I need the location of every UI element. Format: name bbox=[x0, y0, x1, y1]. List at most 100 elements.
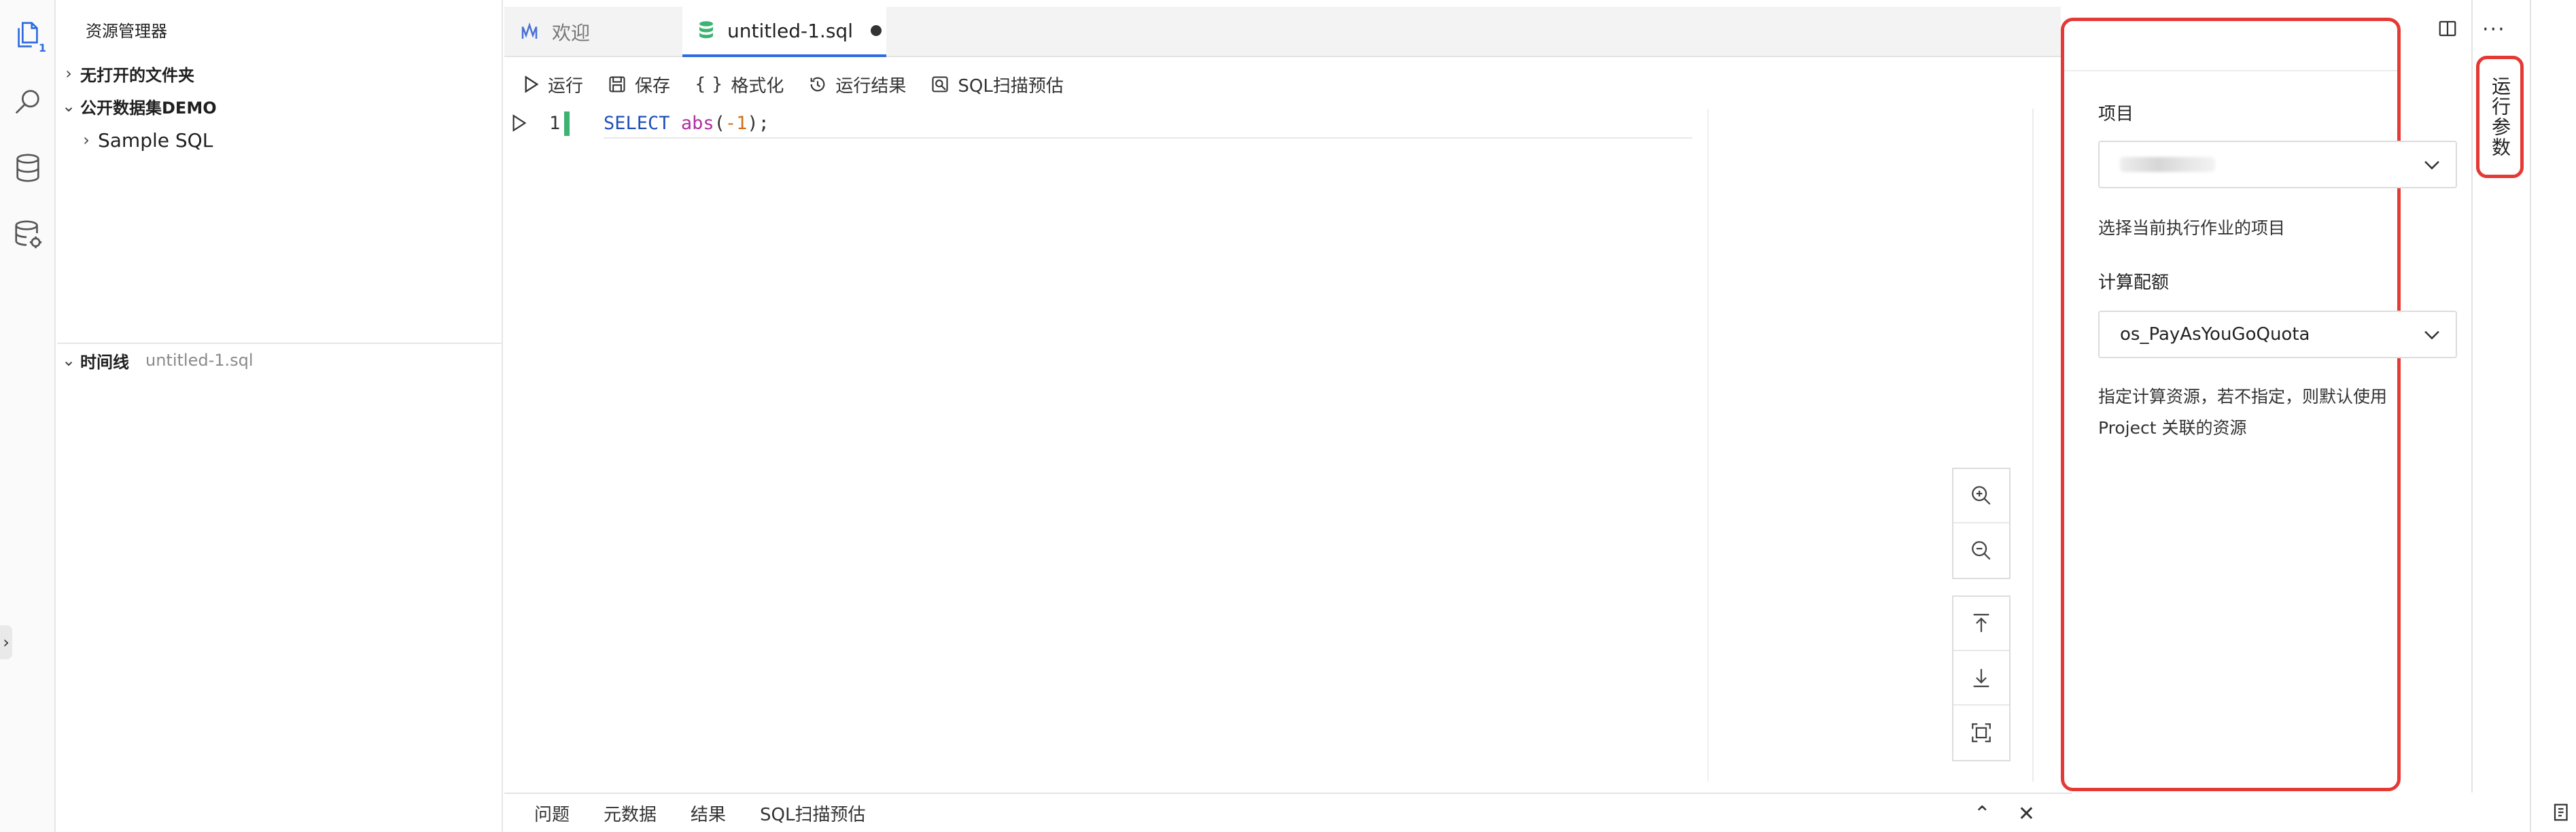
run-line-icon[interactable] bbox=[511, 113, 527, 136]
play-icon bbox=[523, 75, 540, 93]
editor-toolbar: 运行 保存 { } 格式化 运行结果 SQL扫描预估 bbox=[504, 64, 2061, 105]
scroll-top-button[interactable] bbox=[1953, 597, 2009, 651]
save-button[interactable]: 保存 bbox=[608, 72, 670, 97]
explorer-button[interactable]: 1 bbox=[5, 12, 50, 57]
split-view-icon[interactable] bbox=[2437, 18, 2458, 41]
tab-results[interactable]: 结果 bbox=[691, 801, 726, 826]
more-actions-icon[interactable]: ··· bbox=[2482, 18, 2506, 41]
line-number: 1 bbox=[549, 113, 561, 134]
code-open-paren: ( bbox=[714, 113, 725, 134]
chevron-down-icon: ⌄ bbox=[61, 97, 76, 116]
tree-item-sample-sql[interactable]: › Sample SQL bbox=[75, 125, 213, 155]
format-button[interactable]: { } 格式化 bbox=[695, 72, 784, 97]
fit-view-button[interactable] bbox=[1953, 706, 2009, 760]
tab-sql-scan[interactable]: SQL扫描预估 bbox=[760, 801, 865, 826]
far-right-divider bbox=[2530, 0, 2531, 832]
arrow-down-to-line-icon bbox=[1973, 669, 1989, 687]
database-button[interactable] bbox=[5, 145, 50, 190]
tab-untitled-sql[interactable]: untitled-1.sql bbox=[682, 7, 886, 57]
no-folder-section[interactable]: › 无打开的文件夹 bbox=[57, 58, 194, 88]
chevron-down-icon: ⌄ bbox=[61, 351, 76, 370]
timeline-section[interactable]: ⌄ 时间线 untitled-1.sql bbox=[57, 345, 254, 375]
zoom-out-button[interactable] bbox=[1953, 523, 2009, 578]
tab-bar: 欢迎 untitled-1.sql bbox=[504, 7, 2061, 57]
quota-help: 指定计算资源，若不指定，则默认使用 Project 关联的资源 bbox=[2098, 381, 2387, 444]
database-settings-icon bbox=[15, 220, 42, 249]
chevron-down-icon bbox=[2420, 323, 2443, 351]
scan-icon bbox=[930, 75, 950, 94]
vertical-tab-label: 运行参数 bbox=[2489, 76, 2511, 158]
quota-value: os_PayAsYouGoQuota bbox=[2120, 324, 2310, 345]
code-text[interactable]: SELECT abs(-1); bbox=[604, 113, 769, 134]
run-label: 运行 bbox=[548, 75, 584, 97]
chevron-down-icon bbox=[2420, 153, 2443, 181]
vertical-tab-run-params[interactable]: 运行参数 bbox=[2476, 56, 2524, 178]
activity-bar: 1 › bbox=[0, 0, 56, 832]
no-folder-label: 无打开的文件夹 bbox=[80, 65, 194, 85]
panel-actions: ⌃ ✕ bbox=[1974, 802, 2035, 826]
panel-side-divider bbox=[2471, 0, 2473, 793]
search-icon bbox=[15, 90, 39, 114]
run-button[interactable]: 运行 bbox=[523, 72, 583, 97]
tab-problems[interactable]: 问题 bbox=[534, 801, 570, 826]
quota-help-line1: 指定计算资源，若不指定，则默认使用 bbox=[2098, 387, 2388, 406]
zoom-in-icon bbox=[1972, 486, 1991, 505]
editor-area: 欢迎 untitled-1.sql 运行 保存 { } 格式化 运行结果 SQL… bbox=[504, 0, 2061, 832]
project-label: 项目 bbox=[2098, 104, 2134, 124]
close-icon[interactable]: ✕ bbox=[2018, 802, 2035, 826]
database-icon bbox=[16, 154, 39, 182]
scrollbar-track[interactable] bbox=[2032, 109, 2034, 782]
sidebar-title: 资源管理器 bbox=[86, 22, 167, 41]
timeline-file: untitled-1.sql bbox=[145, 351, 254, 370]
panel-divider bbox=[2064, 70, 2397, 71]
code-number: -1 bbox=[725, 113, 748, 134]
unsaved-dot-icon[interactable] bbox=[870, 25, 882, 36]
project-help: 选择当前执行作业的项目 bbox=[2098, 218, 2286, 238]
dataset-section[interactable]: ⌄ 公开数据集DEMO bbox=[57, 91, 217, 121]
chevron-right-icon: › bbox=[83, 131, 90, 150]
timeline-label: 时间线 bbox=[80, 352, 129, 372]
code-function: abs bbox=[680, 113, 714, 134]
project-value-redacted bbox=[2120, 157, 2215, 172]
sidebar-divider bbox=[57, 343, 502, 344]
run-results-label: 运行结果 bbox=[835, 75, 907, 97]
expand-chevron-icon[interactable]: › bbox=[0, 625, 12, 659]
zoom-controls bbox=[1952, 468, 2011, 579]
tab-metadata[interactable]: 元数据 bbox=[604, 801, 657, 826]
format-label: 格式化 bbox=[731, 75, 784, 97]
sql-file-icon bbox=[697, 20, 715, 41]
quota-select[interactable]: os_PayAsYouGoQuota bbox=[2098, 311, 2457, 358]
explorer-sidebar: 资源管理器 › 无打开的文件夹 ⌄ 公开数据集DEMO › Sample SQL… bbox=[57, 0, 503, 832]
scroll-bottom-button[interactable] bbox=[1953, 651, 2009, 706]
navigation-controls bbox=[1952, 595, 2011, 761]
bottom-panel: 问题 元数据 结果 SQL扫描预估 ⌃ ✕ bbox=[504, 793, 2072, 832]
save-label: 保存 bbox=[635, 75, 671, 97]
modified-indicator bbox=[564, 111, 570, 136]
code-editor[interactable]: 1 SELECT abs(-1); bbox=[504, 109, 2034, 782]
explorer-badge: 1 bbox=[38, 41, 46, 54]
welcome-logo-icon bbox=[519, 22, 540, 42]
tab-welcome[interactable]: 欢迎 bbox=[504, 7, 681, 57]
database-settings-button[interactable] bbox=[5, 212, 50, 257]
tab-welcome-label: 欢迎 bbox=[552, 22, 591, 44]
code-close-paren: ); bbox=[747, 113, 769, 134]
tab-sql-label: untitled-1.sql bbox=[727, 19, 853, 42]
current-line-highlight bbox=[604, 137, 1692, 139]
zoom-in-button[interactable] bbox=[1953, 469, 2009, 523]
search-button[interactable] bbox=[5, 80, 50, 125]
quota-help-line2: Project 关联的资源 bbox=[2098, 418, 2247, 438]
code-keyword: SELECT bbox=[604, 113, 670, 134]
chevron-up-icon[interactable]: ⌃ bbox=[1974, 802, 1991, 826]
run-results-button[interactable]: 运行结果 bbox=[808, 72, 906, 97]
notes-icon[interactable] bbox=[2552, 802, 2572, 825]
project-select[interactable] bbox=[2098, 141, 2457, 188]
sql-scan-label: SQL扫描预估 bbox=[958, 75, 1064, 97]
quota-label: 计算配额 bbox=[2098, 273, 2170, 293]
dataset-section-label: 公开数据集DEMO bbox=[80, 98, 217, 118]
minimap-divider bbox=[1707, 109, 1709, 782]
save-icon bbox=[608, 75, 627, 94]
sql-scan-button[interactable]: SQL扫描预估 bbox=[930, 72, 1064, 97]
history-icon bbox=[808, 75, 827, 94]
braces-icon: { } bbox=[695, 74, 723, 94]
code-line[interactable]: 1 SELECT abs(-1); bbox=[504, 109, 1870, 139]
